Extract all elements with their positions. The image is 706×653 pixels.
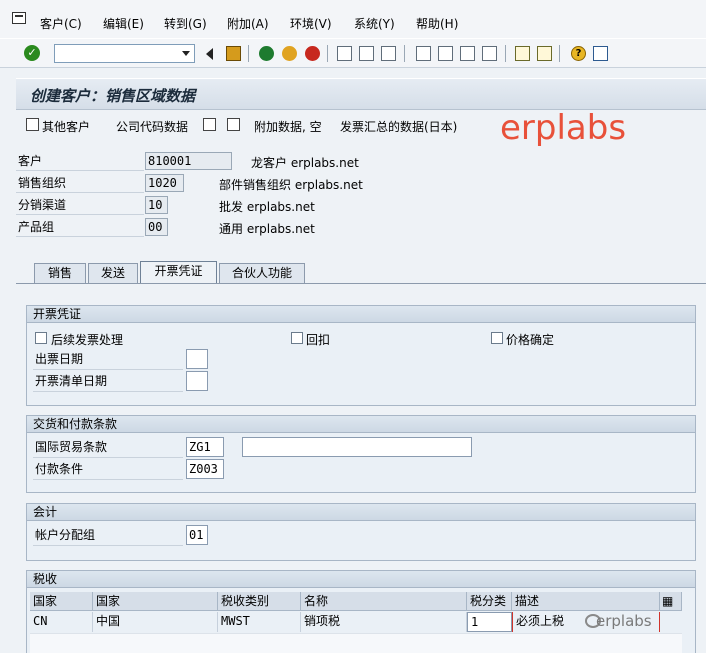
- command-field[interactable]: [54, 44, 195, 63]
- invoice-list-dates-label: 开票清单日期: [33, 372, 183, 392]
- incoterms-location-field[interactable]: [242, 437, 472, 457]
- footer-watermark: erplabs: [596, 612, 652, 630]
- first-page-icon[interactable]: [416, 46, 431, 61]
- detail-icon[interactable]: [203, 118, 216, 131]
- incoterms-field[interactable]: ZG1: [186, 437, 224, 457]
- page-title: 创建客户：销售区域数据: [30, 87, 196, 105]
- division-description: 通用 erplabs.net: [219, 222, 315, 236]
- tab-partner-functions[interactable]: 合伙人功能: [219, 263, 305, 283]
- invoice-list-dates-field[interactable]: [186, 371, 208, 391]
- customer-label: 客户: [16, 152, 144, 171]
- col-description[interactable]: 描述: [512, 592, 660, 611]
- tabstrip-divider: [16, 283, 706, 284]
- toolbar-separator: [559, 45, 560, 62]
- accounting-group: 会计 帐户分配组 01: [26, 503, 696, 561]
- toolbar-separator: [404, 45, 405, 62]
- account-assignment-group-label: 帐户分配组: [33, 526, 183, 546]
- taxes-group-title: 税收: [27, 571, 695, 588]
- division-field[interactable]: 00: [145, 218, 168, 236]
- exit-icon[interactable]: [282, 46, 297, 61]
- table-cell-tax-name: 销项税: [301, 612, 467, 632]
- menu-edit[interactable]: 编辑(E): [103, 15, 144, 32]
- menu-environment[interactable]: 环境(V): [290, 15, 332, 32]
- col-tax-category[interactable]: 税收类别: [218, 592, 301, 611]
- layout-menu-icon[interactable]: [593, 46, 608, 61]
- delivery-payment-group-title: 交货和付款条款: [27, 416, 695, 433]
- other-customer-icon[interactable]: [26, 118, 39, 131]
- delivery-payment-group: 交货和付款条款 国际贸易条款 ZG1 付款条件 Z003: [26, 415, 696, 493]
- last-page-icon[interactable]: [482, 46, 497, 61]
- toolbar-separator: [327, 45, 328, 62]
- screen-title-bar: 创建客户：销售区域数据: [16, 78, 706, 110]
- col-country-code[interactable]: 国家: [30, 592, 93, 611]
- chevron-down-icon[interactable]: [182, 51, 190, 56]
- help-icon[interactable]: ?: [571, 46, 586, 61]
- payment-terms-field[interactable]: Z003: [186, 459, 224, 479]
- table-settings-icon[interactable]: ▦: [660, 592, 682, 611]
- payment-terms-label: 付款条件: [33, 460, 183, 480]
- table-cell-country-code: CN: [30, 612, 93, 632]
- customer-field[interactable]: 810001: [145, 152, 232, 170]
- shortcut-icon[interactable]: [537, 46, 552, 61]
- sales-org-label: 销售组织: [16, 174, 144, 193]
- dist-channel-label: 分销渠道: [16, 196, 144, 215]
- col-country-name[interactable]: 国家: [93, 592, 218, 611]
- find-next-icon[interactable]: [381, 46, 396, 61]
- division-label: 产品组: [16, 218, 144, 237]
- find-icon[interactable]: [359, 46, 374, 61]
- incoterms-label: 国际贸易条款: [33, 438, 183, 458]
- tab-sales[interactable]: 销售: [34, 263, 86, 283]
- account-assignment-group-field[interactable]: 01: [186, 525, 208, 545]
- additional-data-icon[interactable]: [227, 118, 240, 131]
- menu-extras[interactable]: 附加(A): [227, 15, 269, 32]
- tax-classification-field[interactable]: 1: [467, 612, 512, 632]
- table-cell-tax-category: MWST: [218, 612, 301, 632]
- menu-system[interactable]: 系统(Y): [354, 15, 395, 32]
- cancel-icon[interactable]: [305, 46, 320, 61]
- other-customer-button[interactable]: 其他客户: [42, 118, 90, 135]
- enter-check-icon[interactable]: ✓: [24, 45, 40, 61]
- dist-channel-description: 批发 erplabs.net: [219, 200, 315, 214]
- invoice-dates-field[interactable]: [186, 349, 208, 369]
- additional-data-empty-button[interactable]: 附加数据, 空: [254, 118, 322, 135]
- toolbar-separator: [248, 45, 249, 62]
- watermark-logo: erplabs: [500, 108, 627, 148]
- sales-org-description: 部件销售组织 erplabs.net: [219, 178, 363, 192]
- price-determination-checkbox[interactable]: [491, 332, 503, 344]
- rebate-checkbox[interactable]: [291, 332, 303, 344]
- col-tax-classification[interactable]: 税分类: [467, 592, 512, 611]
- previous-page-icon[interactable]: [438, 46, 453, 61]
- col-tax-name[interactable]: 名称: [301, 592, 467, 611]
- table-row: [30, 633, 682, 653]
- dist-channel-field[interactable]: 10: [145, 196, 168, 214]
- system-menu-icon[interactable]: [12, 12, 26, 24]
- standard-toolbar: ✓ ?: [0, 38, 706, 68]
- tab-shipping[interactable]: 发送: [88, 263, 138, 283]
- tab-billing-documents[interactable]: 开票凭证: [140, 261, 217, 283]
- back-icon[interactable]: [259, 46, 274, 61]
- rebate-label: 回扣: [306, 333, 331, 347]
- invoice-summary-button[interactable]: 发票汇总的数据(日本): [340, 118, 457, 135]
- save-icon[interactable]: [226, 46, 241, 61]
- price-determination-label: 价格确定: [506, 333, 555, 347]
- invoice-dates-label: 出票日期: [33, 350, 183, 370]
- billing-group-title: 开票凭证: [27, 306, 695, 323]
- billing-group: 开票凭证 后续发票处理 回扣 价格确定 出票日期 开票清单日期: [26, 305, 696, 406]
- subsequent-invoice-checkbox[interactable]: [35, 332, 47, 344]
- collapse-arrow-icon[interactable]: [206, 48, 213, 60]
- new-session-icon[interactable]: [515, 46, 530, 61]
- print-icon[interactable]: [337, 46, 352, 61]
- table-cell-country-name: 中国: [93, 612, 218, 632]
- company-code-data-button[interactable]: 公司代码数据: [116, 118, 188, 135]
- next-page-icon[interactable]: [460, 46, 475, 61]
- accounting-group-title: 会计: [27, 504, 695, 521]
- menu-customer[interactable]: 客户(C): [40, 15, 82, 32]
- menu-bar: 客户(C) 编辑(E) 转到(G) 附加(A) 环境(V) 系统(Y) 帮助(H…: [0, 0, 706, 38]
- menu-goto[interactable]: 转到(G): [164, 15, 207, 32]
- sales-org-field[interactable]: 1020: [145, 174, 184, 192]
- customer-description: 龙客户 erplabs.net: [251, 156, 359, 170]
- menu-help[interactable]: 帮助(H): [416, 15, 458, 32]
- toolbar-separator: [505, 45, 506, 62]
- subsequent-invoice-label: 后续发票处理: [51, 333, 124, 347]
